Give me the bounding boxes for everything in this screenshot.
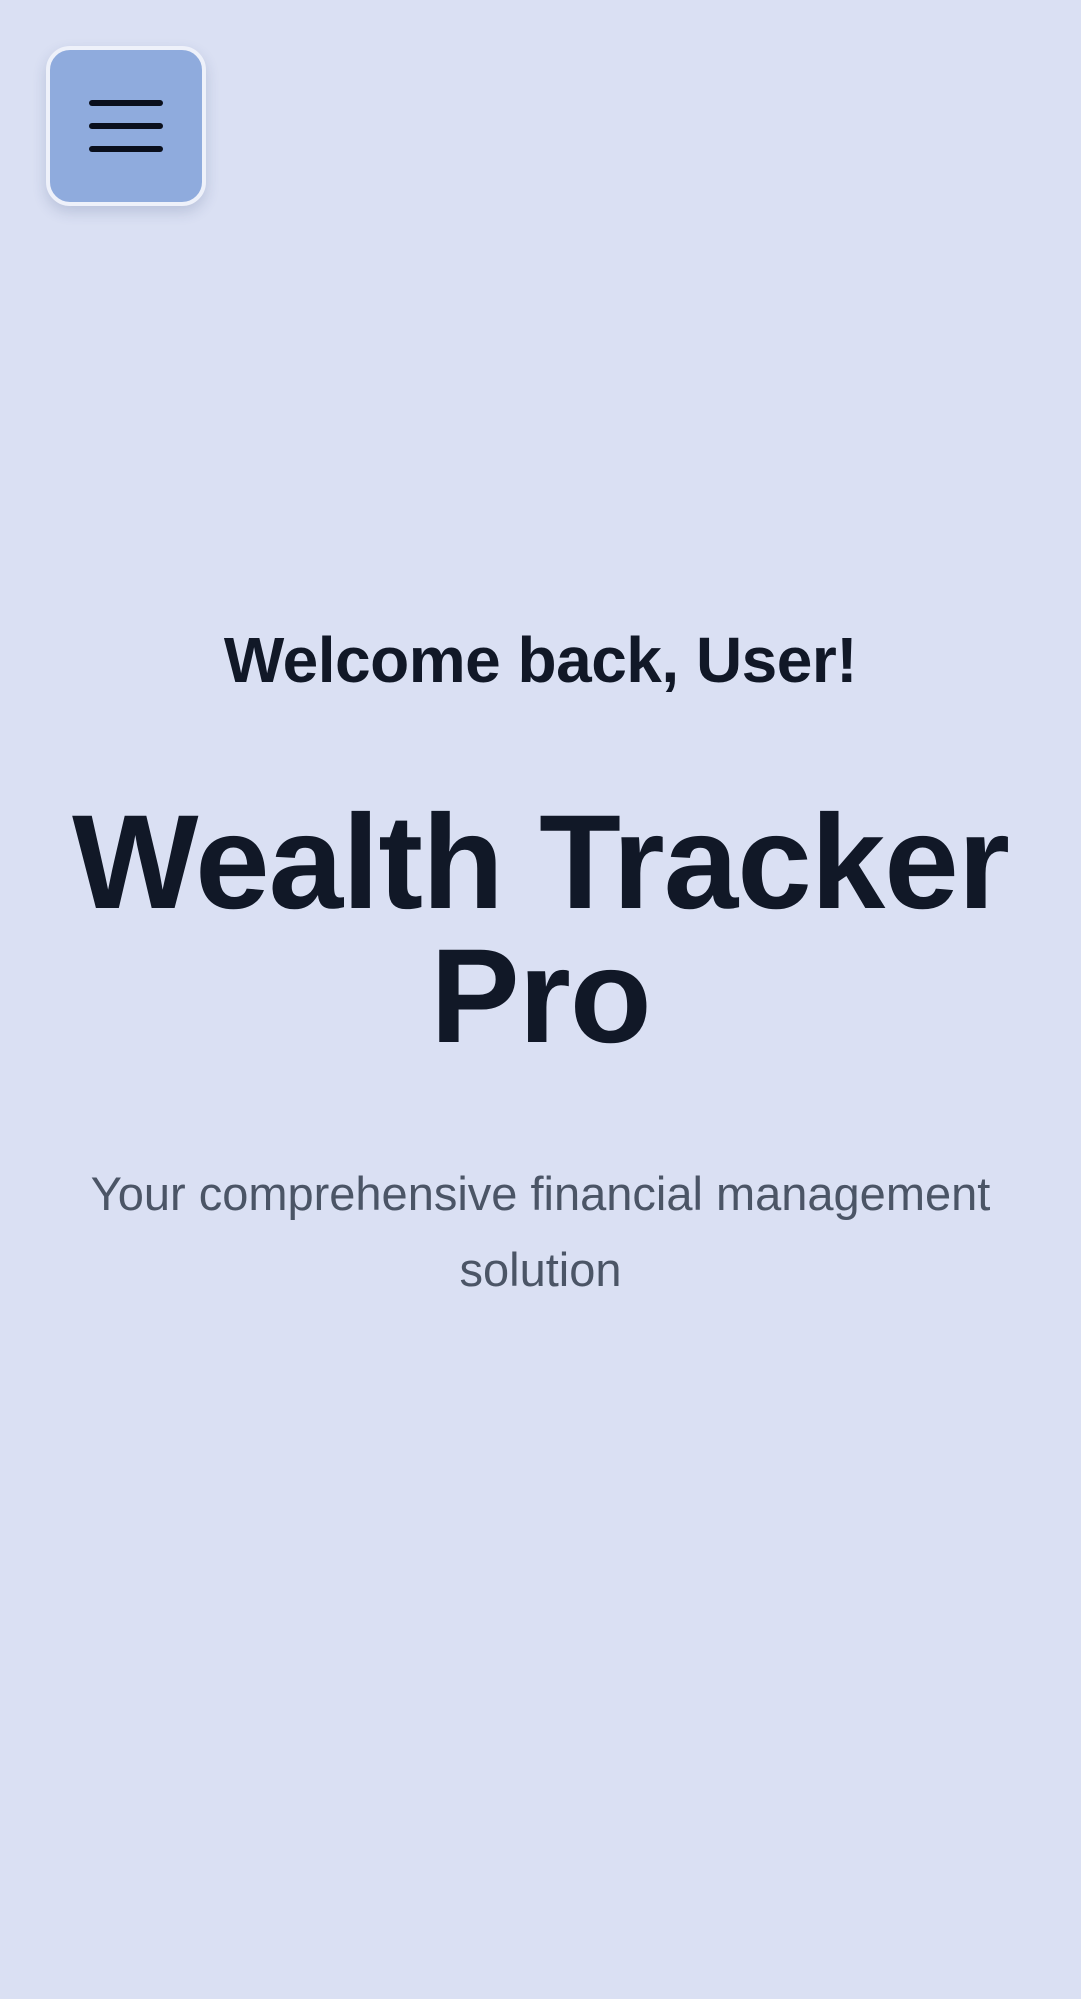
menu-icon-line-top xyxy=(89,100,163,106)
menu-button[interactable] xyxy=(46,46,206,206)
hamburger-menu-icon xyxy=(89,100,163,152)
app-subtitle: Your comprehensive financial management … xyxy=(90,1167,991,1296)
app-title: Wealth Tracker Pro xyxy=(72,788,1010,1071)
menu-icon-line-bottom xyxy=(89,146,163,152)
hero-section: Welcome back, User! Wealth Tracker Pro Y… xyxy=(0,620,1081,1308)
welcome-message: Welcome back, User! xyxy=(223,624,858,696)
menu-icon-line-middle xyxy=(89,123,163,129)
app-page: Welcome back, User! Wealth Tracker Pro Y… xyxy=(0,0,1081,1999)
